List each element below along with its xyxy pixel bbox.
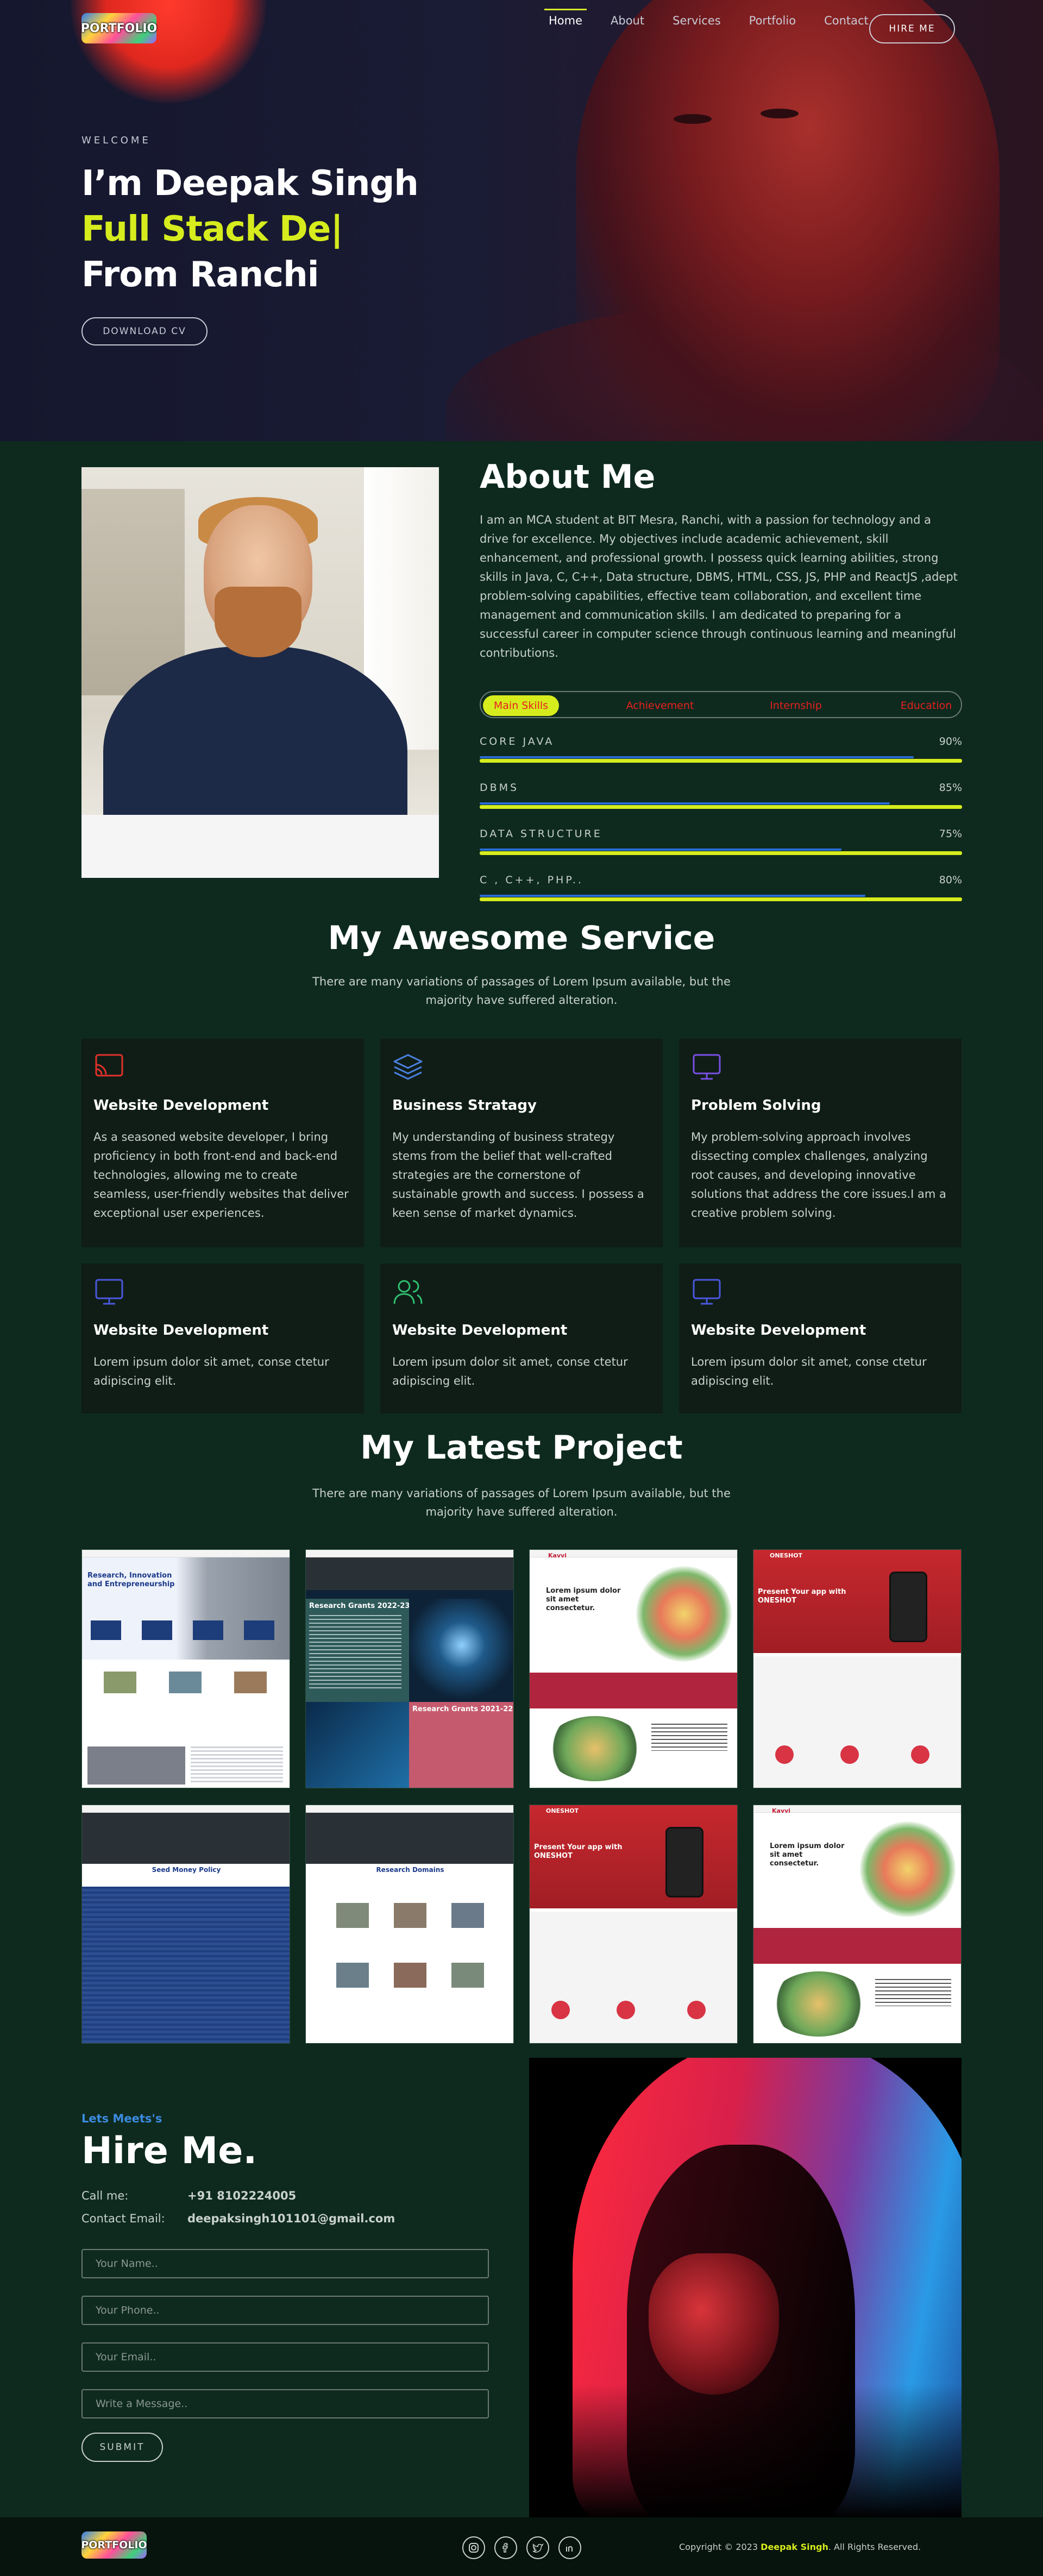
contact-title: Hire Me. bbox=[81, 2129, 257, 2172]
email-value[interactable]: deepaksingh101101@gmail.com bbox=[187, 2212, 395, 2225]
hero-portrait-eye bbox=[761, 109, 799, 118]
projects-subtitle: There are many variations of passages of… bbox=[312, 1487, 731, 1518]
twitter-icon[interactable] bbox=[526, 2536, 549, 2559]
linkedin-icon[interactable] bbox=[558, 2536, 581, 2559]
service-card: Website Development Lorem ipsum dolor si… bbox=[81, 1264, 364, 1413]
call-label: Call me: bbox=[81, 2189, 129, 2202]
tab-internship[interactable]: Internship bbox=[758, 695, 834, 716]
project-thumbnail-domains[interactable]: Research Domains bbox=[305, 1805, 514, 2044]
phone-input[interactable]: Your Phone.. bbox=[81, 2296, 489, 2325]
nav-portfolio[interactable]: Portfolio bbox=[749, 14, 796, 27]
hire-me-button[interactable]: HIRE ME bbox=[869, 14, 955, 43]
skill-progress-bar bbox=[480, 849, 841, 851]
email-label: Contact Email: bbox=[81, 2212, 165, 2225]
hero-typed-role: Full Stack De| bbox=[81, 209, 343, 249]
nav-about[interactable]: About bbox=[611, 14, 644, 27]
email-input[interactable]: Your Email.. bbox=[81, 2342, 489, 2372]
project-thumbnail-policy[interactable]: Seed Money Policy bbox=[81, 1805, 290, 2044]
tab-education[interactable]: Education bbox=[894, 695, 959, 716]
services-subtitle: There are many variations of passages of… bbox=[312, 975, 731, 1007]
project-thumbnail-app[interactable]: ONESHOT Present Your app with ONESHOT bbox=[529, 1805, 738, 2044]
users-icon bbox=[393, 1280, 423, 1304]
message-input[interactable]: Write a Message.. bbox=[81, 2389, 489, 2418]
footer-logo[interactable]: PORTFOLIO bbox=[81, 2531, 147, 2559]
name-input[interactable]: Your Name.. bbox=[81, 2249, 489, 2278]
nav-services[interactable]: Services bbox=[673, 14, 721, 27]
project-thumbnail-app[interactable]: ONESHOT Present Your app with ONESHOT bbox=[753, 1549, 962, 1788]
service-card: Website Development Lorem ipsum dolor si… bbox=[380, 1264, 663, 1413]
monitor-icon bbox=[693, 1279, 721, 1305]
nav-contact[interactable]: Contact bbox=[824, 14, 869, 27]
projects-title: My Latest Project bbox=[360, 1429, 683, 1467]
submit-button[interactable]: SUBMIT bbox=[81, 2433, 163, 2462]
service-card: Business Stratagy My understanding of bu… bbox=[380, 1039, 663, 1247]
contact-hooded-portrait bbox=[529, 2058, 962, 2518]
cast-icon bbox=[95, 1054, 123, 1077]
nav-home[interactable]: Home bbox=[544, 9, 587, 27]
skill-progress-bar bbox=[480, 802, 890, 805]
site-logo[interactable]: PORTFOLIO bbox=[81, 13, 157, 43]
call-value[interactable]: +91 8102224005 bbox=[187, 2189, 296, 2202]
about-photo bbox=[81, 467, 439, 878]
service-card: Website Development Lorem ipsum dolor si… bbox=[679, 1264, 962, 1413]
hero-location-line: From Ranchi bbox=[81, 255, 319, 295]
project-thumbnail-food[interactable]: Kavvi Lorem ipsum dolor sit amet consect… bbox=[753, 1805, 962, 2044]
service-card: Problem Solving My problem-solving appro… bbox=[679, 1039, 962, 1247]
about-tabs: Main Skills Achievement Internship Educa… bbox=[480, 691, 962, 718]
copyright: Copyright © 2023 Deepak Singh. All Right… bbox=[679, 2542, 921, 2552]
hero-section: PORTFOLIO Home About Services Portfolio … bbox=[0, 0, 1043, 441]
hero-welcome: WELCOME bbox=[81, 135, 151, 146]
download-cv-button[interactable]: DOWNLOAD CV bbox=[81, 317, 208, 345]
copyright-owner: Deepak Singh bbox=[761, 2542, 828, 2552]
about-title: About Me bbox=[480, 458, 656, 496]
project-thumbnail-research[interactable]: Research, Innovation and Entrepreneurshi… bbox=[81, 1549, 290, 1788]
instagram-icon[interactable] bbox=[462, 2536, 485, 2559]
contact-kicker: Lets Meets's bbox=[81, 2112, 162, 2125]
monitor-icon bbox=[95, 1279, 123, 1305]
tab-achievement[interactable]: Achievement bbox=[617, 695, 703, 716]
layers-icon bbox=[393, 1054, 423, 1080]
facebook-icon[interactable] bbox=[494, 2536, 517, 2559]
skill-progress-bar bbox=[480, 895, 866, 897]
tab-main-skills[interactable]: Main Skills bbox=[483, 695, 559, 716]
main-nav: Home About Services Portfolio Contact bbox=[544, 9, 897, 27]
about-text: I am an MCA student at BIT Mesra, Ranchi… bbox=[480, 513, 958, 659]
hero-name-line: I’m Deepak Singh bbox=[81, 164, 419, 204]
project-thumbnail-grants[interactable]: Research Grants 2022-23 Research Grants … bbox=[305, 1549, 514, 1788]
project-thumbnail-food[interactable]: Kavvi Lorem ipsum dolor sit amet consect… bbox=[529, 1549, 738, 1788]
hero-portrait-eye bbox=[674, 114, 712, 124]
skill-progress-bar bbox=[480, 756, 914, 758]
services-title: My Awesome Service bbox=[328, 919, 715, 957]
monitor-icon bbox=[693, 1054, 721, 1080]
hero-portrait-face bbox=[576, 0, 1000, 441]
service-card: Website Development As a seasoned websit… bbox=[81, 1039, 364, 1247]
